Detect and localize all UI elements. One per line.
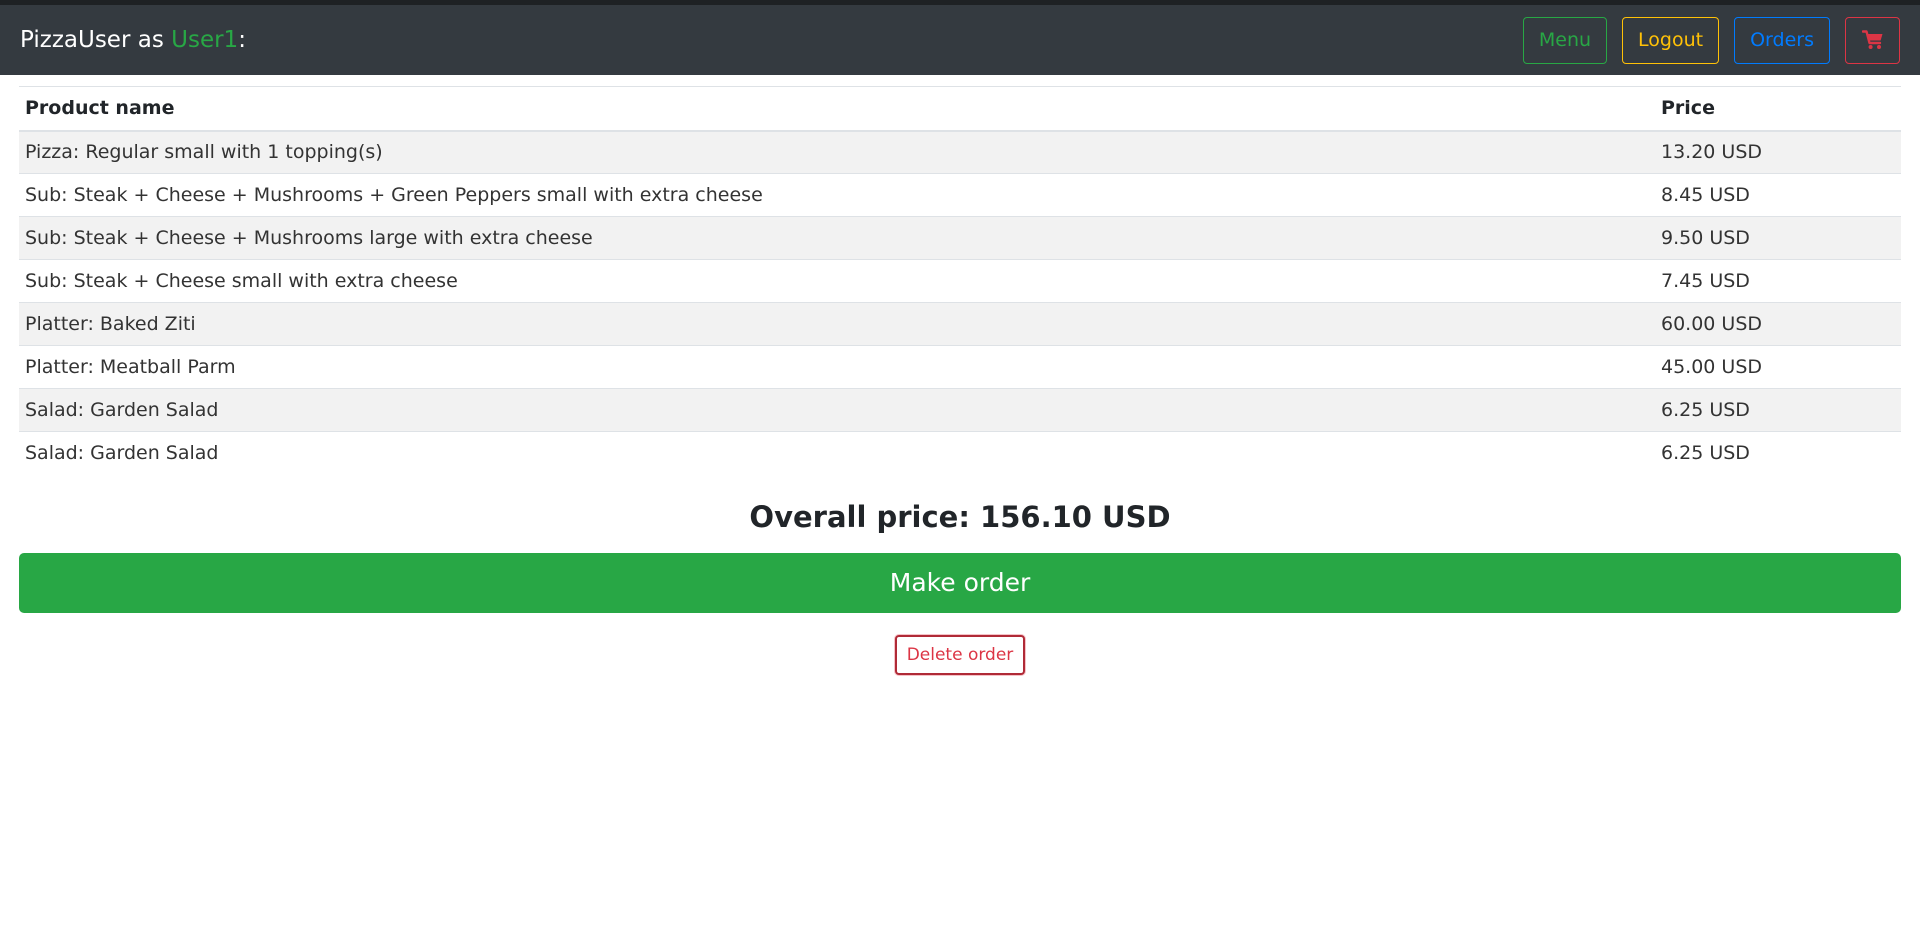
overall-price-text: Overall price: 156.10 USD xyxy=(749,499,1171,534)
table-row: Pizza: Regular small with 1 topping(s) 1… xyxy=(19,130,1901,174)
table-row: Sub: Steak + Cheese + Mushrooms + Green … xyxy=(19,173,1901,217)
price-header: Price xyxy=(1655,86,1901,132)
main-content: Product name Price Pizza: Regular small … xyxy=(0,86,1920,675)
price-cell: 45.00 USD xyxy=(1655,345,1901,389)
brand-name: PizzaUser xyxy=(20,27,131,53)
table-row: Salad: Garden Salad 6.25 USD xyxy=(19,431,1901,475)
product-name-header: Product name xyxy=(19,86,1655,132)
make-order-button[interactable]: Make order xyxy=(19,552,1901,613)
price-cell: 13.20 USD xyxy=(1655,130,1901,174)
table-row: Sub: Steak + Cheese small with extra che… xyxy=(19,259,1901,303)
product-name-cell: Sub: Steak + Cheese + Mushrooms + Green … xyxy=(19,173,1655,217)
table-row: Platter: Meatball Parm 45.00 USD xyxy=(19,345,1901,389)
price-cell: 60.00 USD xyxy=(1655,302,1901,346)
product-name-cell: Salad: Garden Salad xyxy=(19,431,1655,475)
product-name-cell: Platter: Meatball Parm xyxy=(19,345,1655,389)
product-name-cell: Salad: Garden Salad xyxy=(19,388,1655,432)
cart-button[interactable] xyxy=(1845,16,1900,64)
orders-button[interactable]: Orders xyxy=(1734,16,1830,64)
shopping-cart-icon xyxy=(1861,30,1882,49)
menu-button[interactable]: Menu xyxy=(1522,16,1608,64)
price-cell: 9.50 USD xyxy=(1655,216,1901,260)
table-row: Sub: Steak + Cheese + Mushrooms large wi… xyxy=(19,216,1901,260)
brand-suffix: : xyxy=(238,27,246,53)
table-header-row: Product name Price xyxy=(19,86,1901,132)
product-name-cell: Sub: Steak + Cheese + Mushrooms large wi… xyxy=(19,216,1655,260)
product-name-cell: Pizza: Regular small with 1 topping(s) xyxy=(19,130,1655,174)
price-cell: 8.45 USD xyxy=(1655,173,1901,217)
navbar: PizzaUser as User1: Menu Logout Orders xyxy=(0,5,1920,75)
delete-order-button[interactable]: Delete order xyxy=(894,634,1026,675)
order-table: Product name Price Pizza: Regular small … xyxy=(19,86,1901,475)
navbar-brand: PizzaUser as User1: xyxy=(20,27,246,53)
brand-as-text: as xyxy=(130,27,172,53)
logout-button[interactable]: Logout xyxy=(1622,16,1720,64)
overall-price: Overall price: 156.10 USD xyxy=(19,497,1901,537)
table-row: Platter: Baked Ziti 60.00 USD xyxy=(19,302,1901,346)
delete-order-wrap: Delete order xyxy=(19,634,1901,675)
nav-buttons: Menu Logout Orders xyxy=(1522,16,1900,64)
table-row: Salad: Garden Salad 6.25 USD xyxy=(19,388,1901,432)
product-name-cell: Platter: Baked Ziti xyxy=(19,302,1655,346)
price-cell: 6.25 USD xyxy=(1655,431,1901,475)
username: User1 xyxy=(171,27,239,53)
price-cell: 7.45 USD xyxy=(1655,259,1901,303)
price-cell: 6.25 USD xyxy=(1655,388,1901,432)
product-name-cell: Sub: Steak + Cheese small with extra che… xyxy=(19,259,1655,303)
